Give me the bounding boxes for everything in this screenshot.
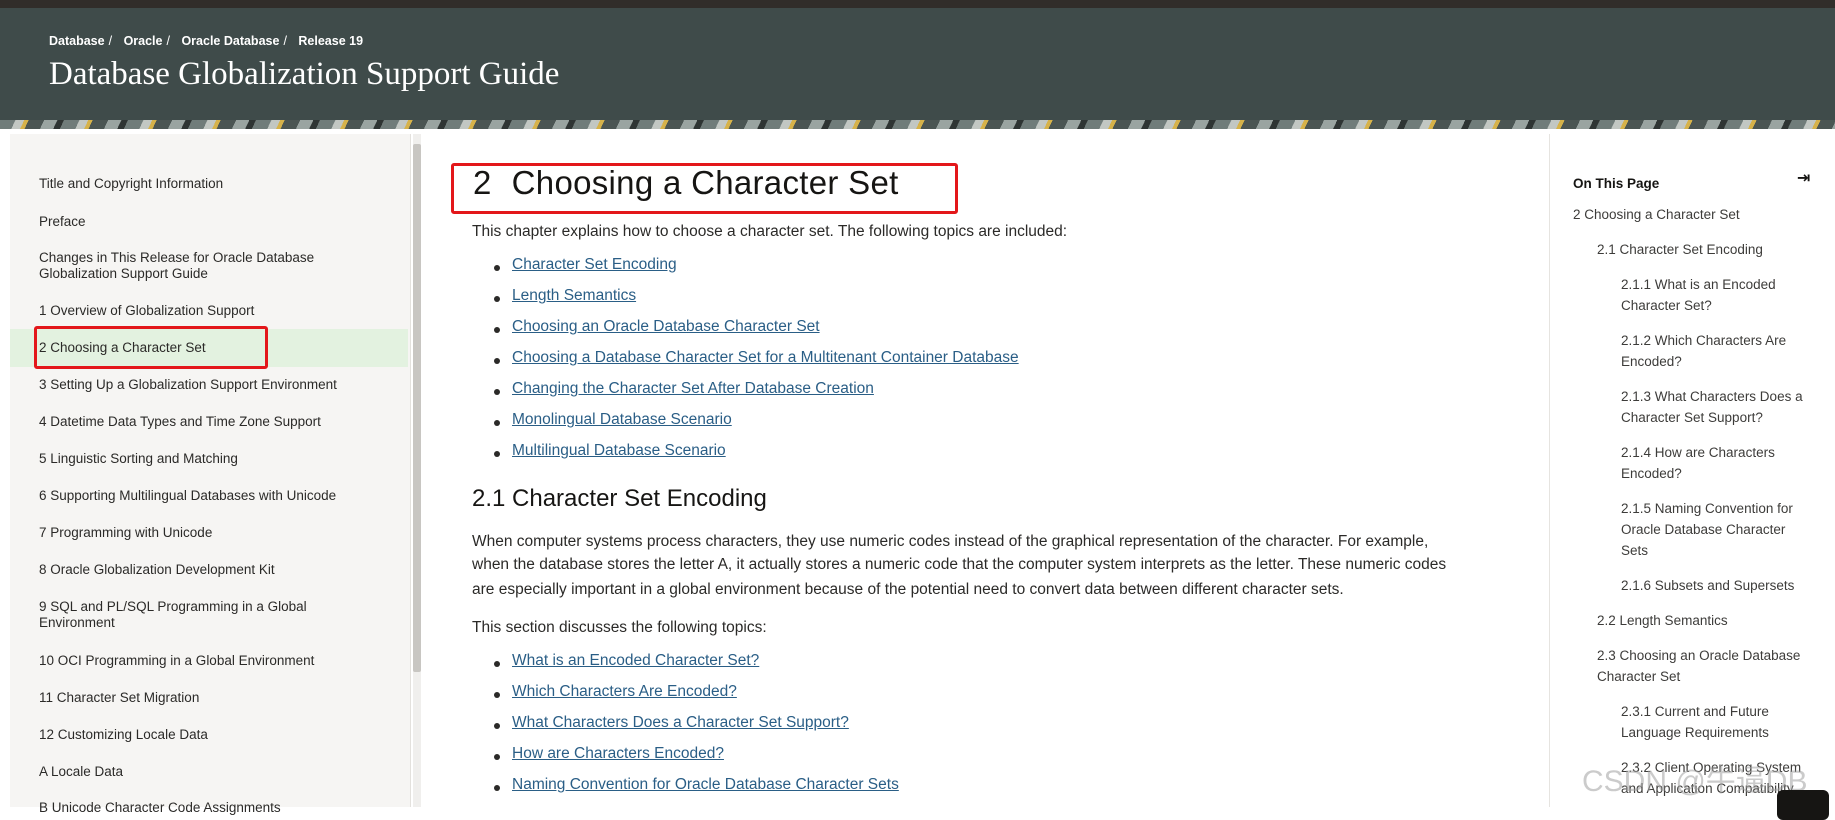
breadcrumb-database[interactable]: Database (49, 34, 105, 48)
breadcrumb-release[interactable]: Release 19 (298, 34, 363, 48)
sidebar-item-ch7[interactable]: 7 Programming with Unicode (39, 525, 369, 541)
subtopic-link-encoded-charset[interactable]: What is an Encoded Character Set? (512, 652, 759, 670)
topic-link-character-set-encoding[interactable]: Character Set Encoding (512, 256, 677, 274)
breadcrumb: Database / Oracle / Oracle Database / Relea… (49, 34, 364, 48)
toc-item[interactable]: 2.1.2 Which Characters Are Encoded? (1621, 330, 1813, 372)
chapter-intro: This chapter explains how to choose a ch… (472, 223, 1068, 240)
on-this-page-heading: On This Page (1573, 176, 1660, 191)
highlight-box-sidebar (34, 326, 268, 369)
sidebar (10, 134, 411, 807)
subtopic-link-how-encoded[interactable]: How are Characters Encoded? (512, 745, 724, 763)
subtopic-link-which-encoded[interactable]: Which Characters Are Encoded? (512, 683, 737, 701)
topic-link-length-semantics[interactable]: Length Semantics (512, 287, 636, 305)
sidebar-item-ch12[interactable]: 12 Customizing Locale Data (39, 727, 369, 743)
topic-link-multilingual[interactable]: Multilingual Database Scenario (512, 442, 726, 460)
feedback-button[interactable] (1777, 790, 1829, 820)
sidebar-item-ch1[interactable]: 1 Overview of Globalization Support (39, 303, 369, 319)
sidebar-item-ch10[interactable]: 10 OCI Programming in a Global Environme… (39, 653, 369, 669)
page-title: Database Globalization Support Guide (49, 56, 560, 92)
bullet (494, 661, 500, 667)
bullet (494, 723, 500, 729)
toc-item[interactable]: 2.2 Length Semantics (1597, 610, 1817, 631)
topic-link-changing-charset[interactable]: Changing the Character Set After Databas… (512, 380, 874, 398)
sidebar-item-preface[interactable]: Preface (39, 214, 369, 230)
breadcrumb-oracle[interactable]: Oracle (124, 34, 163, 48)
bullet (494, 389, 500, 395)
sidebar-item-ch3[interactable]: 3 Setting Up a Globalization Support Env… (39, 377, 369, 393)
section-paragraph-line: are especially important in a global env… (472, 581, 1344, 598)
sidebar-item-appendix-a[interactable]: A Locale Data (39, 764, 369, 780)
sidebar-item-ch5[interactable]: 5 Linguistic Sorting and Matching (39, 451, 369, 467)
sidebar-item-ch9[interactable]: 9 SQL and PL/SQL Programming in a Global… (39, 599, 339, 631)
toc-item[interactable]: 2.1.4 How are Characters Encoded? (1621, 442, 1813, 484)
sidebar-item-ch6[interactable]: 6 Supporting Multilingual Databases with… (39, 488, 369, 504)
sidebar-item-ch11[interactable]: 11 Character Set Migration (39, 690, 369, 706)
sidebar-item-appendix-b[interactable]: B Unicode Character Code Assignments (39, 800, 369, 816)
bullet (494, 265, 500, 271)
subtopic-link-charset-support[interactable]: What Characters Does a Character Set Sup… (512, 714, 849, 732)
section-intro: This section discusses the following top… (472, 619, 767, 636)
watermark: CSDN @牛逼DB (1582, 765, 1808, 798)
highlight-box-heading (451, 163, 958, 214)
toc-item[interactable]: 2.1.1 What is an Encoded Character Set? (1621, 274, 1813, 316)
bullet (494, 358, 500, 364)
bullet (494, 451, 500, 457)
bullet (494, 327, 500, 333)
toc-item[interactable]: 2.3 Choosing an Oracle Database Characte… (1597, 645, 1817, 687)
sidebar-item-title-copyright[interactable]: Title and Copyright Information (39, 176, 369, 192)
toc-item[interactable]: 2.3.1 Current and Future Language Requir… (1621, 701, 1813, 743)
subtopic-link-naming-convention[interactable]: Naming Convention for Oracle Database Ch… (512, 776, 899, 794)
topic-link-choosing-oracle-charset[interactable]: Choosing an Oracle Database Character Se… (512, 318, 820, 336)
topic-link-multitenant[interactable]: Choosing a Database Character Set for a … (512, 349, 1019, 367)
bullet (494, 754, 500, 760)
sidebar-item-ch4[interactable]: 4 Datetime Data Types and Time Zone Supp… (39, 414, 369, 430)
bullet (494, 692, 500, 698)
toc-item[interactable]: 2.1 Character Set Encoding (1597, 239, 1817, 260)
bullet (494, 785, 500, 791)
top-strip (0, 0, 1835, 8)
bullet (494, 296, 500, 302)
toc-item[interactable]: 2.1.3 What Characters Does a Character S… (1621, 386, 1813, 428)
bullet (494, 420, 500, 426)
section-heading: 2.1 Character Set Encoding (472, 485, 767, 512)
toc-item[interactable]: 2 Choosing a Character Set (1573, 204, 1813, 225)
sidebar-item-changes[interactable]: Changes in This Release for Oracle Datab… (39, 250, 339, 282)
topic-link-monolingual[interactable]: Monolingual Database Scenario (512, 411, 732, 429)
toc-item[interactable]: 2.1.5 Naming Convention for Oracle Datab… (1621, 498, 1813, 561)
collapse-panel-icon[interactable]: ⇥ (1797, 168, 1810, 188)
section-paragraph-line: When computer systems process characters… (472, 533, 1429, 550)
toc-item[interactable]: 2.1.6 Subsets and Supersets (1621, 575, 1813, 596)
decorative-banner (0, 120, 1835, 129)
sidebar-item-ch8[interactable]: 8 Oracle Globalization Development Kit (39, 562, 369, 578)
page-header: Database / Oracle / Oracle Database / Relea… (0, 8, 1835, 120)
section-paragraph-line: when the database stores the letter A, i… (472, 556, 1447, 573)
sidebar-scrollbar-thumb[interactable] (413, 144, 421, 672)
breadcrumb-oracle-database[interactable]: Oracle Database (181, 34, 279, 48)
